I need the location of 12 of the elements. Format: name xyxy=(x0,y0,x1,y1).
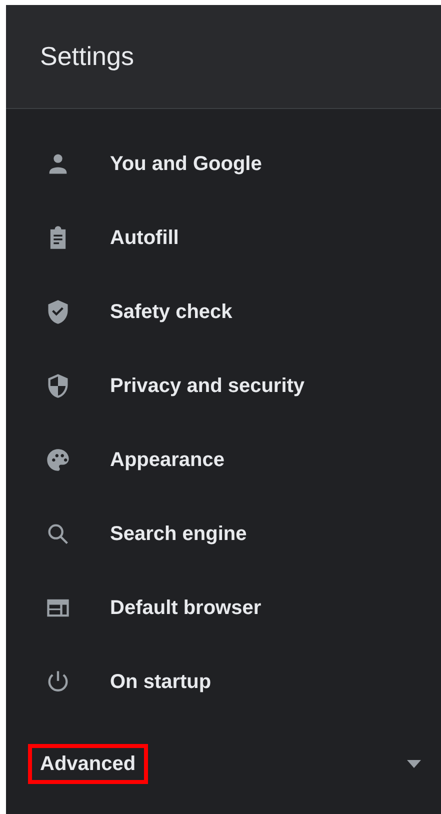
menu-item[interactable]: On startup xyxy=(6,645,441,719)
palette-icon xyxy=(45,447,71,473)
menu-item[interactable]: Autofill xyxy=(6,201,441,275)
menu-item[interactable]: Appearance xyxy=(6,423,441,497)
menu-item[interactable]: Privacy and security xyxy=(6,349,441,423)
menu-item[interactable]: Search engine xyxy=(6,497,441,571)
caret-icon[interactable] xyxy=(407,760,421,768)
menu-item[interactable]: You and Google xyxy=(6,127,441,201)
advanced-button[interactable]: Advanced xyxy=(28,744,148,784)
window-title: Settings xyxy=(40,40,134,73)
menu-item[interactable]: Default browser xyxy=(6,571,441,645)
menu-item[interactable]: Safety check xyxy=(6,275,441,349)
